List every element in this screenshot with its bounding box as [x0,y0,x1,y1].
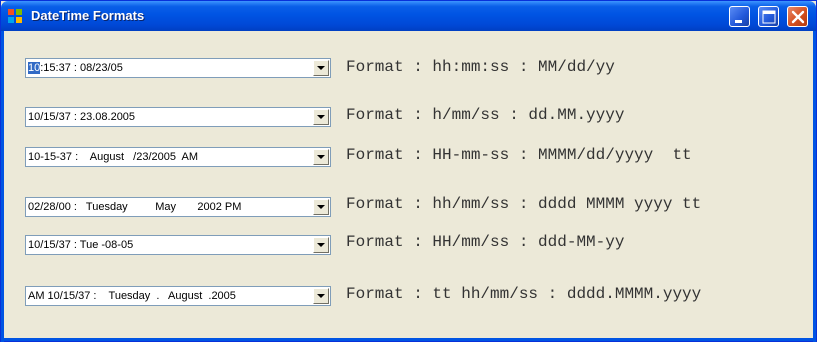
maximize-icon [762,10,776,24]
selected-field: 10 [28,62,41,74]
chevron-down-icon [317,66,325,70]
format-label-3: Format : HH-mm-ss : MMMM/dd/yyyy tt [346,146,692,164]
datetime-picker-2[interactable]: 10/15/37 : 23.08.2005 [25,107,331,127]
dropdown-button[interactable] [313,199,329,215]
dropdown-button[interactable] [313,109,329,125]
datetime-picker-value: 10/15/37 : Tue -08-05 [28,239,134,251]
minimize-button[interactable] [729,6,750,27]
minimize-icon [735,20,742,23]
datetime-picker-4[interactable]: 02/28/00 : Tuesday May 2002 PM [25,197,331,217]
close-button[interactable] [787,6,808,27]
datetime-picker-6[interactable]: AM 10/15/37 : Tuesday . August .2005 [25,286,331,306]
chevron-down-icon [317,205,325,209]
app-window-icon [7,8,23,24]
chevron-down-icon [317,243,325,247]
window-border-right [813,31,816,342]
datetime-picker-5[interactable]: 10/15/37 : Tue -08-05 [25,235,331,255]
chevron-down-icon [317,155,325,159]
format-label-6: Format : tt hh/mm/ss : dddd.MMMM.yyyy [346,285,702,303]
window-border-bottom [1,338,816,341]
app-window: DateTime Formats 10:15:37 : 08/23/05 For… [0,0,817,342]
dropdown-button[interactable] [313,288,329,304]
format-label-4: Format : hh/mm/ss : dddd MMMM yyyy tt [346,195,702,213]
format-label-5: Format : HH/mm/ss : ddd-MM-yy [346,233,625,251]
datetime-picker-value: 10/15/37 : 23.08.2005 [28,111,136,123]
datetime-picker-value: AM 10/15/37 : Tuesday . August .2005 [28,290,236,302]
window-border-left [1,31,4,342]
datetime-picker-value: 02/28/00 : Tuesday May 2002 PM [28,201,242,213]
maximize-button[interactable] [758,6,779,27]
chevron-down-icon [317,115,325,119]
datetime-picker-3[interactable]: 10-15-37 : August /23/2005 AM [25,147,331,167]
chevron-down-icon [317,294,325,298]
datetime-picker-value: 10:15:37 : 08/23/05 [28,62,123,74]
datetime-picker-1[interactable]: 10:15:37 : 08/23/05 [25,58,331,78]
close-icon [791,10,805,24]
datetime-picker-value: 10-15-37 : August /23/2005 AM [28,151,199,163]
window-title: DateTime Formats [31,8,145,23]
title-bar[interactable]: DateTime Formats [1,1,816,31]
dropdown-button[interactable] [313,60,329,76]
format-label-2: Format : h/mm/ss : dd.MM.yyyy [346,106,625,124]
format-label-1: Format : hh:mm:ss : MM/dd/yy [346,58,615,76]
dropdown-button[interactable] [313,237,329,253]
dropdown-button[interactable] [313,149,329,165]
